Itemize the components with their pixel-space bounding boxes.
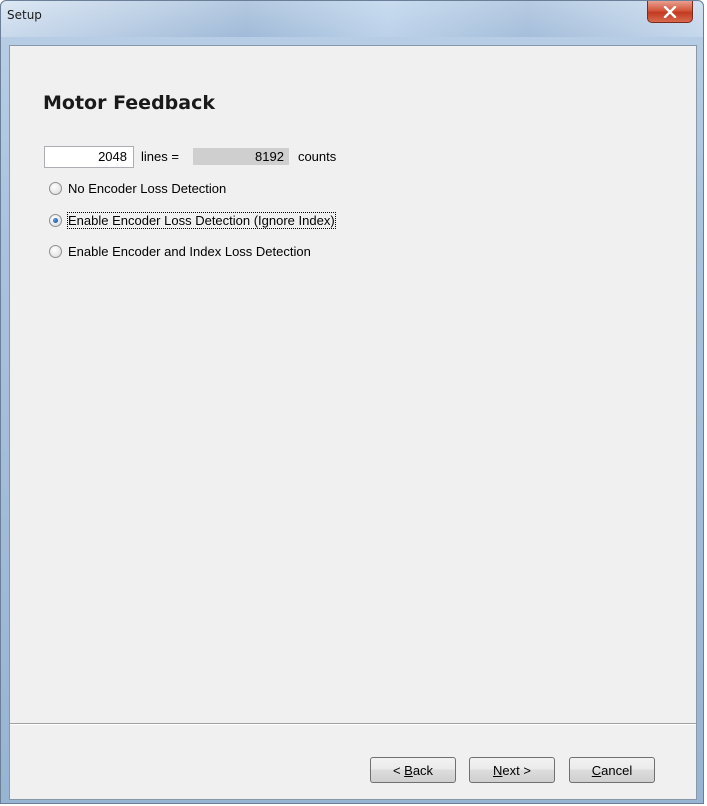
back-button-rest: ack <box>412 762 434 778</box>
page-title: Motor Feedback <box>43 92 215 114</box>
wizard-page: Motor Feedback lines = 8192 counts No En… <box>10 46 696 723</box>
encoder-lines-input[interactable] <box>44 145 134 168</box>
lines-label: lines = <box>141 149 179 164</box>
radio-label: No Encoder Loss Detection <box>68 180 227 196</box>
radio-button-unchecked[interactable] <box>49 181 62 195</box>
close-button[interactable] <box>647 1 693 23</box>
radio-button-unchecked[interactable] <box>49 244 62 258</box>
encoder-resolution-row: lines = 8192 counts <box>44 145 336 168</box>
button-bar: < Back Next > Cancel <box>10 725 696 799</box>
radio-label: Enable Encoder Loss Detection (Ignore In… <box>67 211 336 229</box>
radio-button-checked[interactable] <box>49 213 62 227</box>
setup-window: Setup Motor Feedback lines = 8192 counts… <box>0 0 704 804</box>
next-button[interactable]: Next > <box>469 757 555 783</box>
back-button-mnemonic: B <box>404 762 413 778</box>
close-icon <box>663 5 677 18</box>
title-bar[interactable]: Setup <box>1 1 703 37</box>
cancel-button[interactable]: Cancel <box>569 757 655 783</box>
counts-label: counts <box>297 149 337 164</box>
radio-enable-encoder-and-index-loss-detection[interactable]: Enable Encoder and Index Loss Detection <box>49 242 311 260</box>
encoder-counts-value: 8192 <box>192 148 289 165</box>
back-button-prefix: < <box>392 762 405 778</box>
next-button-rest: ext > <box>502 762 531 778</box>
radio-enable-encoder-loss-detection[interactable]: Enable Encoder Loss Detection (Ignore In… <box>49 211 336 229</box>
cancel-button-rest: ancel <box>601 762 633 778</box>
cancel-button-mnemonic: C <box>591 762 602 778</box>
dialog-client-area: Motor Feedback lines = 8192 counts No En… <box>9 45 697 800</box>
next-button-mnemonic: N <box>493 762 503 778</box>
window-title: Setup <box>7 8 42 22</box>
back-button[interactable]: < Back <box>370 757 456 783</box>
radio-label: Enable Encoder and Index Loss Detection <box>68 243 311 259</box>
radio-no-encoder-loss-detection[interactable]: No Encoder Loss Detection <box>49 179 226 197</box>
